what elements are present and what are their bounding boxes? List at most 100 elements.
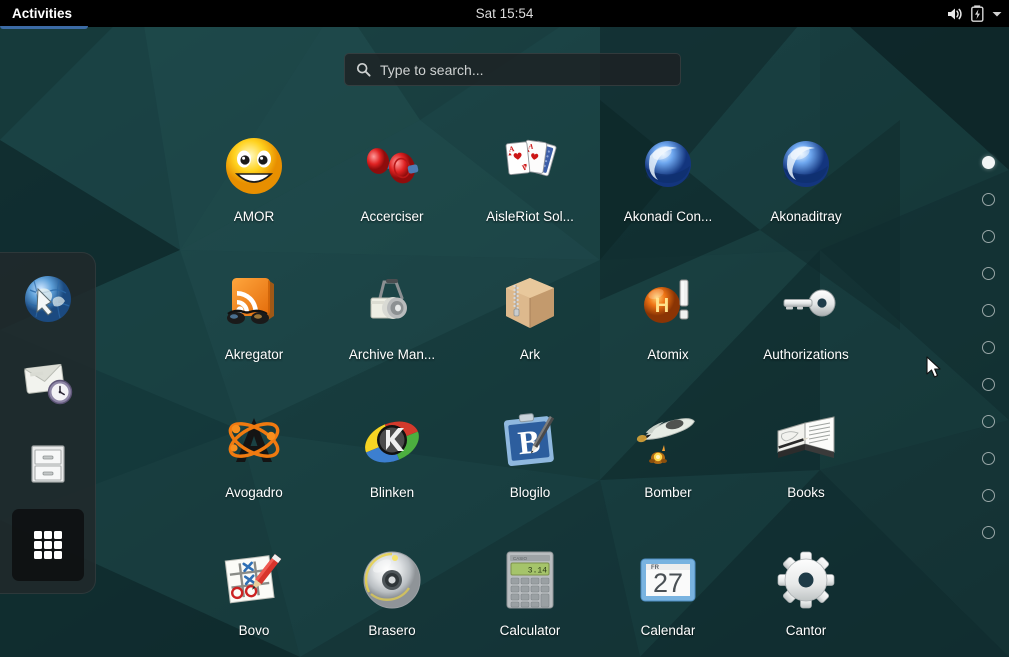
app-item-atomix[interactable]: H Atomix (599, 250, 737, 388)
app-item-accerciser[interactable]: Accerciser (323, 112, 461, 250)
search-placeholder: Type to search... (380, 61, 484, 78)
clock: Sat 15:54 (0, 0, 1009, 27)
dash-item-files[interactable] (12, 427, 84, 499)
search-input[interactable]: Type to search... (344, 53, 681, 86)
page-dot-4[interactable] (981, 267, 995, 280)
app-item-bovo[interactable]: Bovo (185, 526, 323, 657)
atom-a-icon (216, 404, 292, 480)
app-item-ark[interactable]: Ark (461, 250, 599, 388)
app-label: Ark (519, 347, 541, 362)
page-dot-8[interactable] (981, 415, 995, 428)
battery-charging-icon[interactable] (971, 5, 984, 22)
gnome-shell-overview: Activities Sat 15:54 Type to search... A… (0, 0, 1009, 657)
archive-roller-icon (354, 266, 430, 342)
app-label: Atomix (647, 347, 689, 362)
tictactoe-pencil-icon (216, 542, 292, 618)
app-item-archive-manager[interactable]: Archive Man... (323, 250, 461, 388)
page-dot-2[interactable] (981, 193, 995, 206)
app-label: AMOR (233, 209, 275, 224)
calculator-icon: CASIO 3.14 (492, 542, 568, 618)
app-item-brasero[interactable]: Brasero (323, 526, 461, 657)
svg-text:CASIO: CASIO (513, 556, 528, 561)
dash-item-mail[interactable] (12, 345, 84, 417)
calendar-day: 27 (653, 568, 683, 598)
app-label: Calculator (499, 623, 561, 638)
page-dot-7[interactable] (981, 378, 995, 391)
page-dot-9[interactable] (981, 452, 995, 465)
page-dot-3[interactable] (981, 230, 995, 243)
app-item-authorizations[interactable]: Authorizations (737, 250, 875, 388)
page-dot-6[interactable] (981, 341, 995, 354)
globe-icon (24, 276, 71, 322)
clipboard-b-pen-icon: B (492, 404, 568, 480)
app-label: Authorizations (763, 347, 849, 362)
app-label: Books (787, 485, 825, 500)
app-grid-icon (33, 531, 62, 559)
app-label: Akonaditray (770, 209, 842, 224)
page-dot-11[interactable] (981, 526, 995, 539)
key-icon (768, 266, 844, 342)
app-item-akregator[interactable]: Akregator (185, 250, 323, 388)
app-item-books[interactable]: Books (737, 388, 875, 526)
app-label: Avogadro (225, 485, 283, 500)
app-item-avogadro[interactable]: Avogadro (185, 388, 323, 526)
app-item-cantor[interactable]: Cantor (737, 526, 875, 657)
blue-sphere-icon (630, 128, 706, 204)
file-cabinet-icon (30, 445, 65, 483)
application-grid: AMOR Accerciser A A A AisleRiot Sol... A… (100, 112, 960, 657)
volume-icon[interactable] (946, 6, 964, 22)
app-item-blinken[interactable]: Blinken (323, 388, 461, 526)
clock-label[interactable]: Sat 15:54 (476, 6, 534, 21)
app-label: Cantor (785, 623, 827, 638)
top-bar: Activities Sat 15:54 (0, 0, 1009, 29)
page-dot-1[interactable] (981, 156, 995, 169)
page-indicator (975, 156, 1001, 539)
calendar-icon: FR 27 (630, 542, 706, 618)
activities-active-indicator (0, 26, 88, 29)
app-label: Calendar (640, 623, 696, 638)
app-item-calculator[interactable]: CASIO 3.14 Calculator (461, 526, 599, 657)
dash-item-web-browser[interactable] (12, 263, 84, 335)
app-label: Brasero (368, 623, 416, 638)
page-dot-5[interactable] (981, 304, 995, 317)
dash-item-show-applications[interactable] (11, 509, 84, 581)
app-label: Akonadi Con... (623, 209, 713, 224)
envelope-clock-icon (23, 363, 72, 405)
blue-sphere-icon (768, 128, 844, 204)
app-item-blogilo[interactable]: B Blogilo (461, 388, 599, 526)
search-icon (356, 62, 371, 77)
open-book-pen-icon (768, 404, 844, 480)
zipped-box-icon (492, 266, 568, 342)
app-label: Archive Man... (348, 347, 436, 362)
app-label: Bomber (644, 485, 692, 500)
app-label: Blogilo (509, 485, 551, 500)
app-label: Akregator (224, 347, 284, 362)
app-item-akonaditray[interactable]: Akonaditray (737, 112, 875, 250)
orange-h-sphere-icon: H (630, 266, 706, 342)
app-item-akonadi-console[interactable]: Akonadi Con... (599, 112, 737, 250)
app-item-amor[interactable]: AMOR (185, 112, 323, 250)
system-status-area (946, 0, 1003, 27)
app-label: Accerciser (360, 209, 424, 224)
search-bar[interactable]: Type to search... (344, 53, 681, 86)
chevron-down-icon[interactable] (991, 9, 1003, 19)
app-item-aisleriot-solitaire[interactable]: A A A AisleRiot Sol... (461, 112, 599, 250)
app-item-calendar[interactable]: FR 27 Calendar (599, 526, 737, 657)
app-label: Bovo (238, 623, 270, 638)
app-item-bomber[interactable]: Bomber (599, 388, 737, 526)
dash (0, 252, 96, 594)
smiley-icon (216, 128, 292, 204)
calculator-display: 3.14 (528, 567, 547, 576)
playing-cards-icon: A A A (492, 128, 568, 204)
gear-icon (768, 542, 844, 618)
rss-glasses-icon (216, 266, 292, 342)
activities-label: Activities (12, 6, 73, 21)
page-dot-10[interactable] (981, 489, 995, 502)
cd-disc-icon (354, 542, 430, 618)
activities-button[interactable]: Activities (0, 0, 88, 29)
app-label: AisleRiot Sol... (486, 209, 574, 224)
dumbbell-icon (354, 128, 430, 204)
spaceship-bomb-icon (630, 404, 706, 480)
app-label: Blinken (369, 485, 415, 500)
kde-disc-icon (354, 404, 430, 480)
